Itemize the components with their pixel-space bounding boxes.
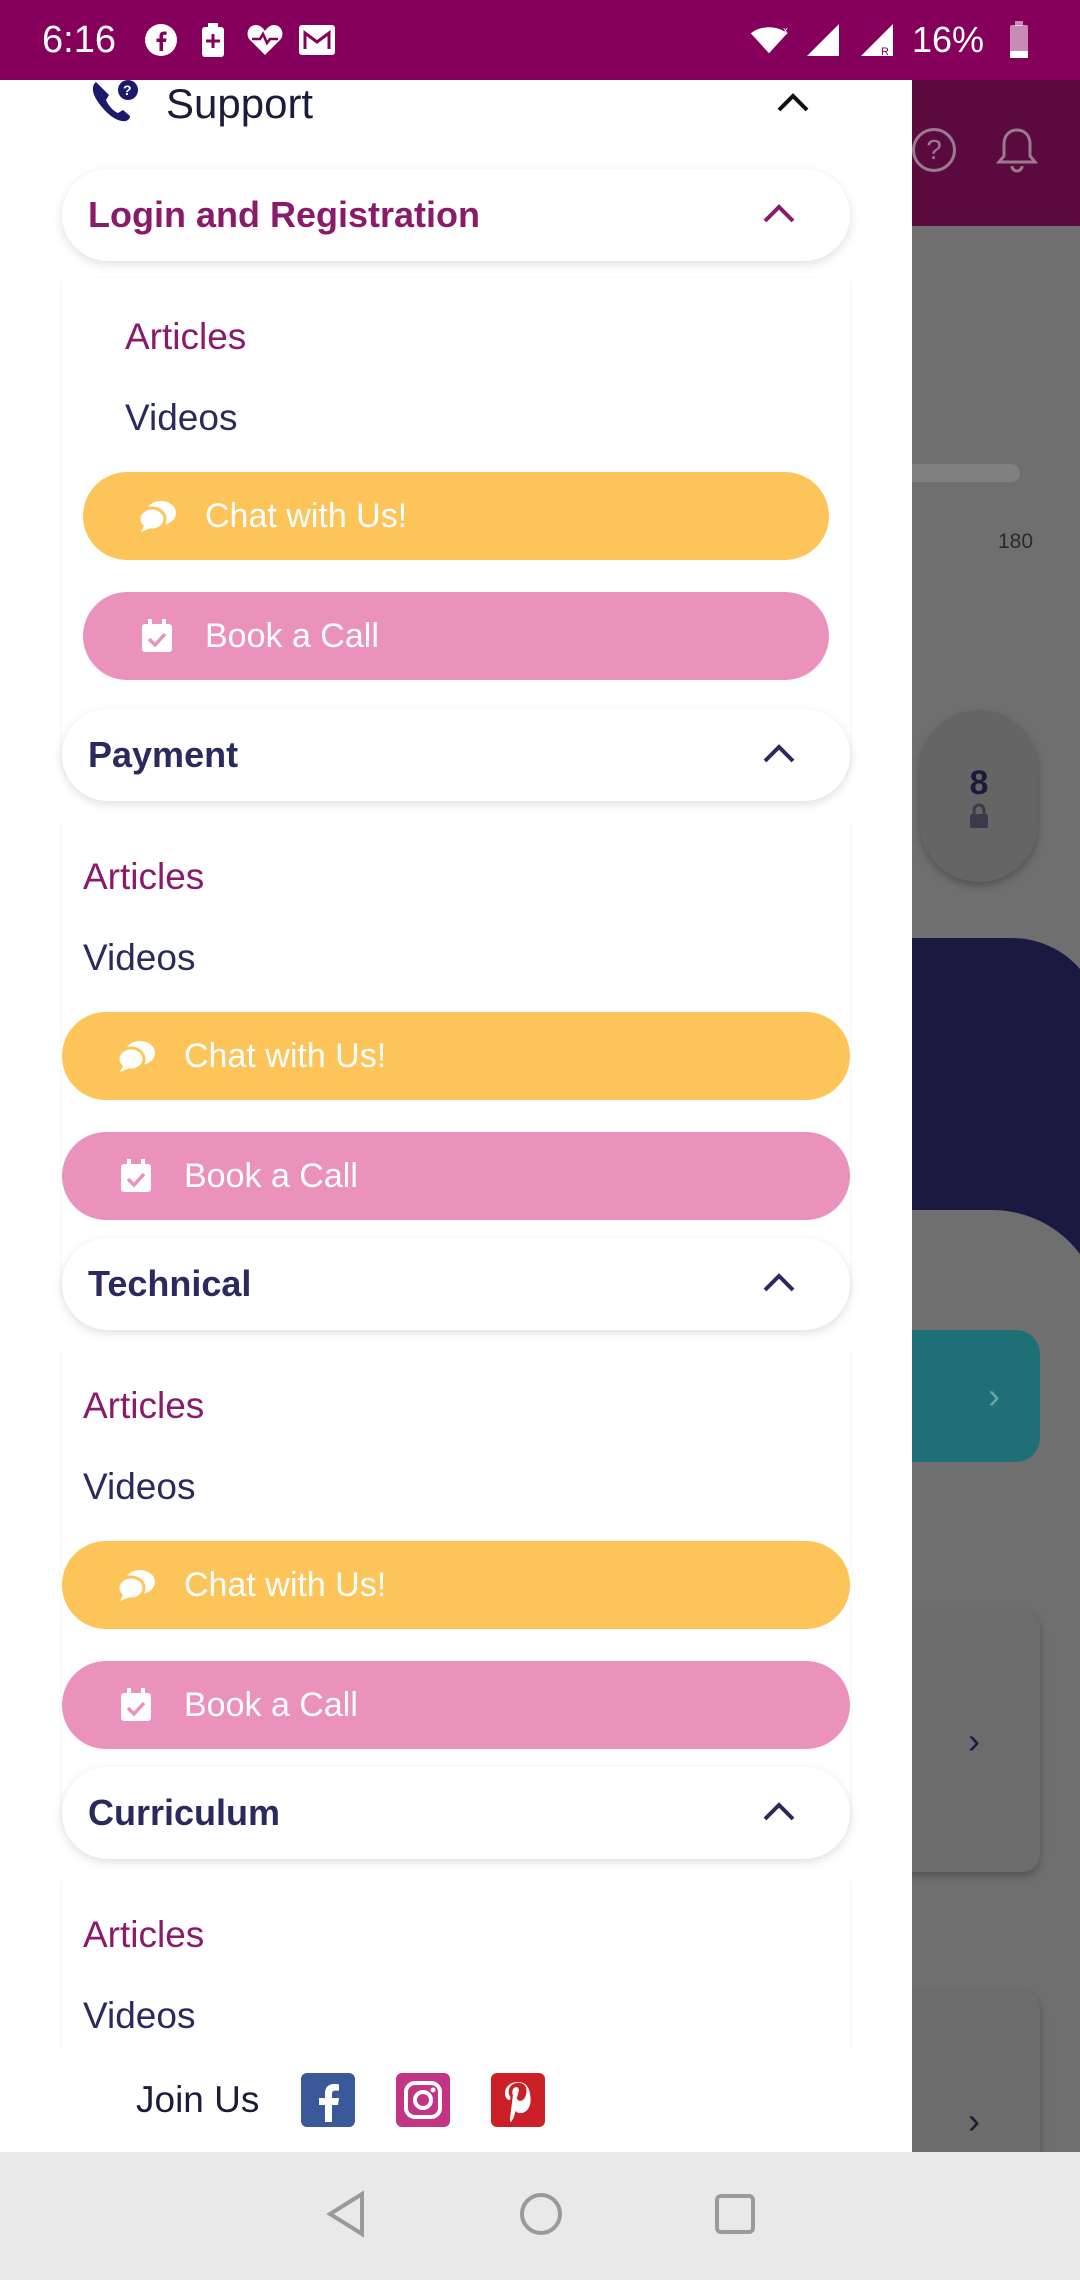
- signal-roaming-icon: R: [858, 21, 896, 59]
- accordion-technical[interactable]: Technical: [62, 1238, 850, 1330]
- support-drawer: ? Support Login and Registration Article…: [0, 80, 912, 2152]
- facebook-notification-icon: [142, 21, 180, 59]
- book-a-call-button[interactable]: Book a Call: [62, 1661, 850, 1749]
- status-time: 6:16: [42, 18, 116, 61]
- chat-with-us-button[interactable]: Chat with Us!: [62, 1541, 850, 1629]
- background-progress-bar: [912, 464, 1020, 482]
- articles-link[interactable]: Articles: [125, 316, 246, 358]
- instagram-icon[interactable]: [396, 2073, 451, 2127]
- chat-button-label: Chat with Us!: [184, 1565, 387, 1604]
- chevron-up-icon: [762, 742, 796, 769]
- chevron-up-icon[interactable]: [776, 91, 810, 118]
- chevron-up-icon: [762, 1800, 796, 1827]
- gmail-icon: [298, 21, 336, 59]
- battery-saver-icon: [194, 21, 232, 59]
- home-icon[interactable]: [518, 2191, 564, 2242]
- section-title: Payment: [88, 734, 239, 775]
- support-title: Support: [166, 80, 314, 127]
- videos-link[interactable]: Videos: [83, 1995, 195, 2037]
- videos-link[interactable]: Videos: [83, 1466, 195, 1508]
- chat-with-us-button[interactable]: Chat with Us!: [83, 472, 829, 560]
- health-icon: [246, 21, 284, 59]
- book-button-label: Book a Call: [184, 1156, 358, 1195]
- svg-text:x: x: [783, 25, 788, 36]
- calendar-check-icon: [137, 616, 177, 656]
- pinterest-icon[interactable]: [491, 2073, 546, 2127]
- drawer-scroll-area[interactable]: ? Support Login and Registration Article…: [0, 80, 912, 2048]
- videos-link[interactable]: Videos: [83, 937, 195, 979]
- background-lock-number: 8: [969, 763, 989, 802]
- book-a-call-button[interactable]: Book a Call: [62, 1132, 850, 1220]
- lock-icon: [970, 803, 988, 828]
- accordion-curriculum[interactable]: Curriculum: [62, 1767, 850, 1859]
- background-app: ? 180 8 › › ›: [912, 80, 1080, 2152]
- background-header: ?: [912, 80, 1080, 226]
- calendar-check-icon: [116, 1685, 156, 1725]
- support-phone-icon: ?: [90, 80, 142, 129]
- book-button-label: Book a Call: [184, 1685, 358, 1724]
- support-header[interactable]: ? Support: [90, 80, 810, 127]
- section-title: Login and Registration: [88, 194, 480, 235]
- battery-percentage: 16%: [911, 19, 984, 60]
- book-button-label: Book a Call: [205, 616, 379, 655]
- background-teal-card: ›: [912, 1330, 1040, 1462]
- background-card: ›: [912, 1610, 1040, 1872]
- calendar-check-icon: [116, 1156, 156, 1196]
- signal-icon: [804, 21, 842, 59]
- chat-button-label: Chat with Us!: [184, 1036, 387, 1075]
- chat-bubble-icon: [137, 496, 177, 536]
- book-a-call-button[interactable]: Book a Call: [83, 592, 829, 680]
- background-lock-badge: 8: [920, 710, 1038, 882]
- articles-link[interactable]: Articles: [83, 1914, 204, 1956]
- chat-with-us-button[interactable]: Chat with Us!: [62, 1012, 850, 1100]
- status-bar: 6:16 x R 16%: [0, 0, 1080, 80]
- chat-button-label: Chat with Us!: [205, 496, 408, 535]
- section-title: Curriculum: [88, 1792, 281, 1833]
- facebook-icon[interactable]: [301, 2073, 356, 2127]
- accordion-payment[interactable]: Payment: [62, 709, 850, 801]
- join-us-footer: Join Us: [0, 2048, 912, 2152]
- bell-icon: [995, 126, 1039, 179]
- battery-icon: [1000, 21, 1038, 59]
- svg-text:?: ?: [123, 82, 132, 98]
- join-us-label: Join Us: [136, 2079, 260, 2120]
- section-title: Technical: [88, 1263, 252, 1304]
- articles-link[interactable]: Articles: [83, 1385, 204, 1427]
- chat-bubble-icon: [116, 1036, 156, 1076]
- system-navigation-bar: [0, 2152, 1080, 2280]
- recents-icon[interactable]: [714, 2193, 756, 2240]
- help-icon: ?: [912, 128, 956, 172]
- accordion-login-registration[interactable]: Login and Registration: [62, 169, 850, 261]
- videos-link[interactable]: Videos: [125, 397, 237, 439]
- back-icon[interactable]: [324, 2189, 368, 2243]
- articles-link[interactable]: Articles: [83, 856, 204, 898]
- background-card: ›: [912, 1990, 1040, 2152]
- svg-text:R: R: [881, 46, 889, 58]
- background-level-value: 180: [998, 530, 1034, 553]
- chevron-up-icon: [762, 1271, 796, 1298]
- chat-bubble-icon: [116, 1565, 156, 1605]
- chevron-up-icon: [762, 202, 796, 229]
- wifi-icon: x: [750, 21, 788, 59]
